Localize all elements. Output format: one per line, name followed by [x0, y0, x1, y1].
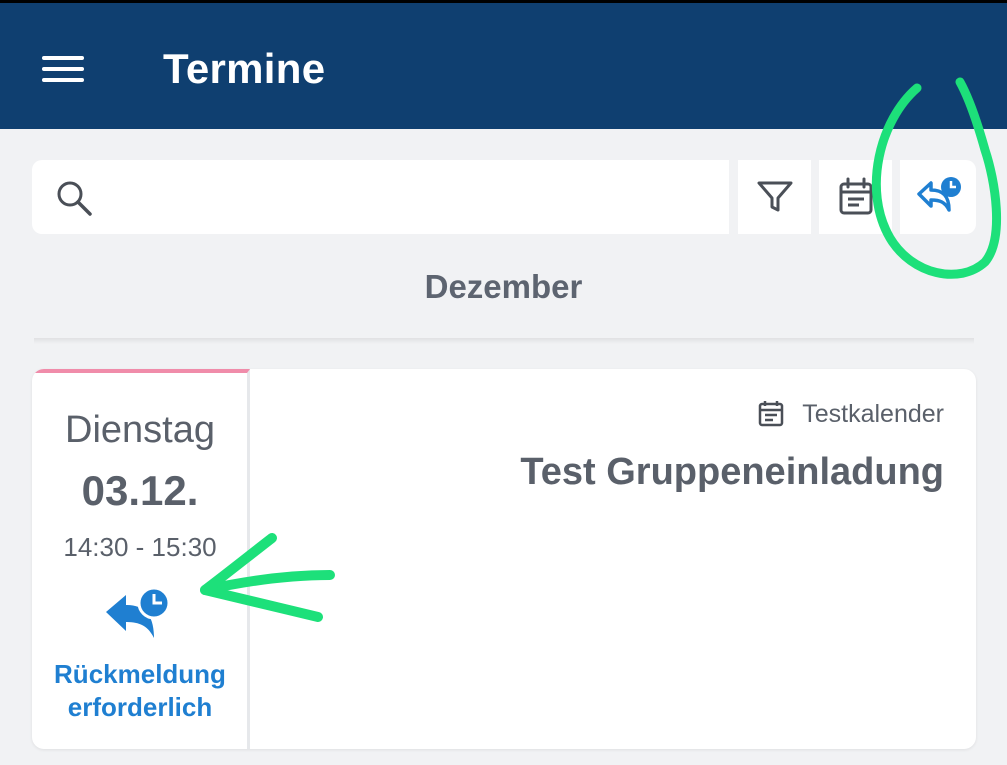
app-bar: Termine [0, 0, 1007, 129]
search-icon [57, 181, 92, 216]
calendar-tag: Testkalender [756, 399, 944, 429]
event-weekday: Dienstag [65, 409, 215, 451]
calendar-small-icon [759, 401, 784, 427]
status-label: Rückmeldung erforderlich [54, 659, 226, 722]
event-time: 14:30 - 15:30 [63, 532, 217, 562]
calendar-icon [839, 177, 872, 215]
search-bar[interactable] [32, 160, 729, 234]
calendar-button[interactable] [819, 160, 892, 234]
event-date-column: Dienstag 03.12. 14:30 - 15:30 Rückmeldun… [32, 369, 250, 749]
reply-required-icon [106, 586, 171, 638]
search-input[interactable] [112, 172, 712, 222]
reply-pending-filter-button[interactable] [900, 160, 976, 234]
event-card[interactable]: Dienstag 03.12. 14:30 - 15:30 Rückmeldun… [32, 369, 976, 749]
divider [34, 338, 974, 344]
calendar-name: Testkalender [802, 399, 944, 428]
event-title: Test Gruppeneinladung [520, 451, 944, 493]
filter-button[interactable] [738, 160, 811, 234]
reply-pending-icon [917, 177, 961, 212]
page-title: Termine [163, 45, 326, 92]
event-date: 03.12. [81, 467, 199, 514]
month-header: Dezember [424, 268, 583, 305]
filter-icon [757, 181, 792, 212]
menu-icon[interactable] [40, 56, 86, 86]
